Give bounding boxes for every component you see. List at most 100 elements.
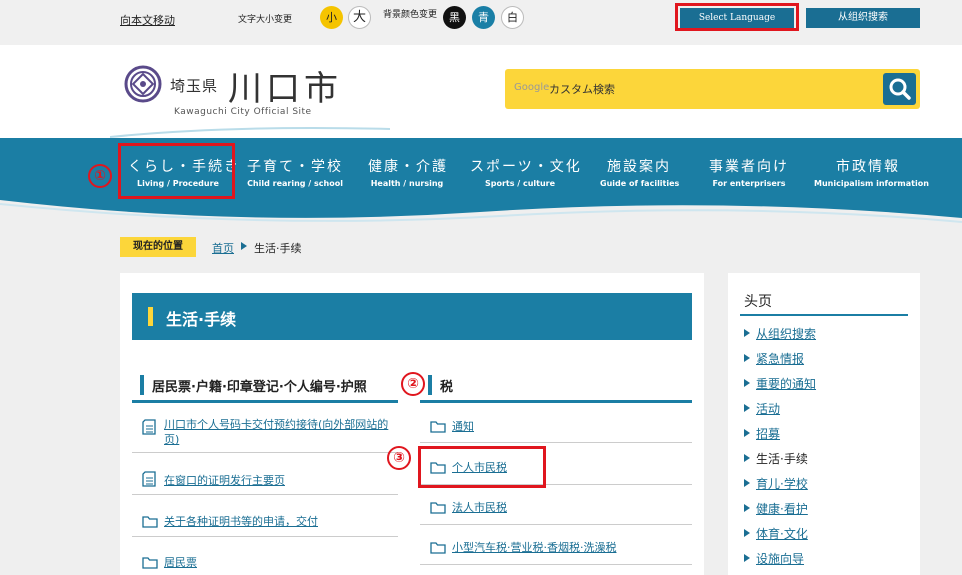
list-item-label[interactable]: 在窗口的证明发行主要页 bbox=[164, 473, 285, 488]
language-highlight-box bbox=[675, 3, 799, 31]
list-item-label[interactable]: 居民票 bbox=[164, 555, 197, 570]
list-item-label[interactable]: 川口市个人号码卡交付预约接待(向外部网站的页) bbox=[164, 417, 400, 447]
bg-white-button[interactable]: 白 bbox=[501, 6, 524, 29]
breadcrumb-arrow-icon bbox=[241, 242, 247, 250]
org-search-button[interactable]: 从组织搜索 bbox=[806, 8, 920, 28]
section-heading-text[interactable]: 居民票·户籍·印章登记·个人编号·护照 bbox=[152, 376, 367, 395]
nav-label-en: Sports / culture bbox=[484, 179, 556, 188]
side-item-label[interactable]: 活动 bbox=[756, 400, 780, 417]
nav-municipal-info[interactable]: 市政情報 Municipalism information bbox=[814, 156, 929, 188]
font-size-label: 文字大小变更 bbox=[238, 15, 293, 25]
nav-facilities[interactable]: 施設案内 Guide of facilities bbox=[600, 156, 680, 188]
bg-black-button[interactable]: 黑 bbox=[443, 6, 466, 29]
arrow-right-icon bbox=[744, 479, 750, 487]
section-heading-text[interactable]: 税 bbox=[440, 376, 453, 395]
side-item-label[interactable]: 育儿·学校 bbox=[756, 475, 808, 492]
nav-label-en: Municipalism information bbox=[814, 179, 929, 188]
list-item[interactable]: 川口市个人号码卡交付预约接待(向外部网站的页) bbox=[132, 413, 398, 453]
arrow-right-icon bbox=[744, 504, 750, 512]
side-panel: 头页 从组织搜索 紧急情报 重要的通知 活动 招募 生活·手续 育儿·学校 健康… bbox=[728, 273, 920, 575]
marker-1: ① bbox=[88, 164, 112, 188]
nav-label-jp: 事業者向け bbox=[709, 159, 789, 175]
arrow-right-icon bbox=[744, 329, 750, 337]
nav-label-en: Child rearing / school bbox=[247, 179, 343, 188]
breadcrumb-current: 生活·手续 bbox=[254, 242, 302, 255]
heading-bar bbox=[428, 375, 432, 395]
side-item-label[interactable]: 紧急情报 bbox=[756, 350, 804, 367]
nav-label-jp: スポーツ・文化 bbox=[470, 159, 582, 175]
section-heading-resident: 居民票·户籍·印章登记·个人编号·护照 bbox=[132, 373, 398, 403]
logo-city-name[interactable]: 川口市 bbox=[228, 61, 342, 110]
page-title-bar: 生活·手续 bbox=[132, 293, 692, 340]
folder-icon bbox=[430, 542, 446, 554]
logo-english: Kawaguchi City Official Site bbox=[174, 107, 312, 117]
site-header: 埼玉県 川口市 Kawaguchi City Official Site Goo… bbox=[0, 45, 962, 140]
title-accent bbox=[148, 307, 153, 326]
arrow-right-icon bbox=[744, 529, 750, 537]
item-highlight-box bbox=[418, 446, 546, 488]
nav-label-jp: 施設案内 bbox=[607, 159, 671, 175]
side-item-label[interactable]: 设施向导 bbox=[756, 550, 804, 567]
list-item[interactable]: 在窗口的证明发行主要页 bbox=[132, 463, 398, 495]
search-button[interactable] bbox=[883, 73, 916, 105]
list-item[interactable]: 通知 bbox=[420, 407, 692, 443]
document-icon bbox=[142, 419, 156, 435]
arrow-right-icon bbox=[744, 379, 750, 387]
list-item-label[interactable]: 关于各种证明书等的申请，交付 bbox=[164, 514, 318, 529]
font-small-button[interactable]: 小 bbox=[320, 6, 343, 29]
header-swoosh-decoration bbox=[110, 127, 390, 138]
breadcrumb-home-link[interactable]: 首页 bbox=[212, 240, 234, 256]
arrow-right-icon bbox=[744, 404, 750, 412]
side-item-label[interactable]: 体育·文化 bbox=[756, 525, 808, 542]
side-panel-title[interactable]: 头页 bbox=[744, 291, 772, 311]
page-title: 生活·手续 bbox=[166, 310, 237, 329]
nav-label-en: Health / nursing bbox=[370, 179, 444, 188]
breadcrumb-tag: 现在的位置 bbox=[120, 237, 196, 257]
list-item-label[interactable]: 小型汽车税·营业税·香烟税·洗澡税 bbox=[452, 540, 617, 555]
list-item[interactable]: 关于各种证明书等的申请，交付 bbox=[132, 505, 398, 537]
side-item-label[interactable]: 健康·看护 bbox=[756, 500, 808, 517]
heading-bar bbox=[140, 375, 144, 395]
logo-prefecture: 埼玉県 bbox=[170, 77, 219, 95]
search-input[interactable]: カスタム検索 bbox=[549, 81, 615, 97]
document-icon bbox=[142, 471, 156, 487]
folder-icon bbox=[430, 421, 446, 433]
google-mark: Google bbox=[514, 82, 550, 93]
search-icon bbox=[889, 78, 911, 100]
list-item[interactable]: 小型汽车税·营业税·香烟税·洗澡税 bbox=[420, 529, 692, 565]
nav-highlight-box bbox=[118, 143, 235, 199]
nav-sports-culture[interactable]: スポーツ・文化 Sports / culture bbox=[470, 156, 582, 188]
arrow-right-icon bbox=[744, 454, 750, 462]
list-item-label[interactable]: 法人市民税 bbox=[452, 500, 507, 515]
list-item[interactable]: 居民票 bbox=[132, 547, 398, 575]
list-item[interactable]: 法人市民税 bbox=[420, 489, 692, 525]
nav-label-en: For enterprisers bbox=[712, 179, 786, 188]
arrow-right-icon bbox=[744, 429, 750, 437]
nav-child-school[interactable]: 子育て・学校 Child rearing / school bbox=[247, 156, 343, 188]
side-panel-rule bbox=[740, 314, 908, 316]
city-emblem-icon[interactable] bbox=[124, 65, 162, 103]
folder-icon bbox=[142, 516, 158, 528]
nav-label-jp: 健康・介護 bbox=[368, 159, 448, 175]
nav-health-nursing[interactable]: 健康・介護 Health / nursing bbox=[368, 156, 446, 188]
utility-bar: 向本文移动 文字大小变更 小 大 背景颜色变更 黑 青 白 Select Lan… bbox=[0, 0, 962, 45]
side-item-label[interactable]: 重要的通知 bbox=[756, 375, 816, 392]
side-item-label: 生活·手续 bbox=[756, 452, 808, 466]
arrow-right-icon bbox=[744, 554, 750, 562]
nav-label-jp: 子育て・学校 bbox=[247, 159, 343, 175]
list-item-label[interactable]: 通知 bbox=[452, 419, 474, 434]
folder-icon bbox=[430, 502, 446, 514]
skip-to-content-link[interactable]: 向本文移动 bbox=[120, 12, 175, 28]
nav-enterprisers[interactable]: 事業者向け For enterprisers bbox=[708, 156, 790, 188]
folder-icon bbox=[142, 557, 158, 569]
marker-2: ② bbox=[401, 372, 425, 396]
nav-label-en: Guide of facilities bbox=[600, 179, 680, 188]
side-item-label[interactable]: 从组织搜索 bbox=[756, 325, 816, 342]
bg-blue-button[interactable]: 青 bbox=[472, 6, 495, 29]
marker-3: ③ bbox=[387, 446, 411, 470]
font-large-button[interactable]: 大 bbox=[348, 6, 371, 29]
section-heading-tax: 税 bbox=[420, 373, 692, 403]
side-item-label[interactable]: 招募 bbox=[756, 425, 780, 442]
nav-label-jp: 市政情報 bbox=[836, 159, 900, 175]
search-box: Google カスタム検索 bbox=[505, 69, 920, 109]
